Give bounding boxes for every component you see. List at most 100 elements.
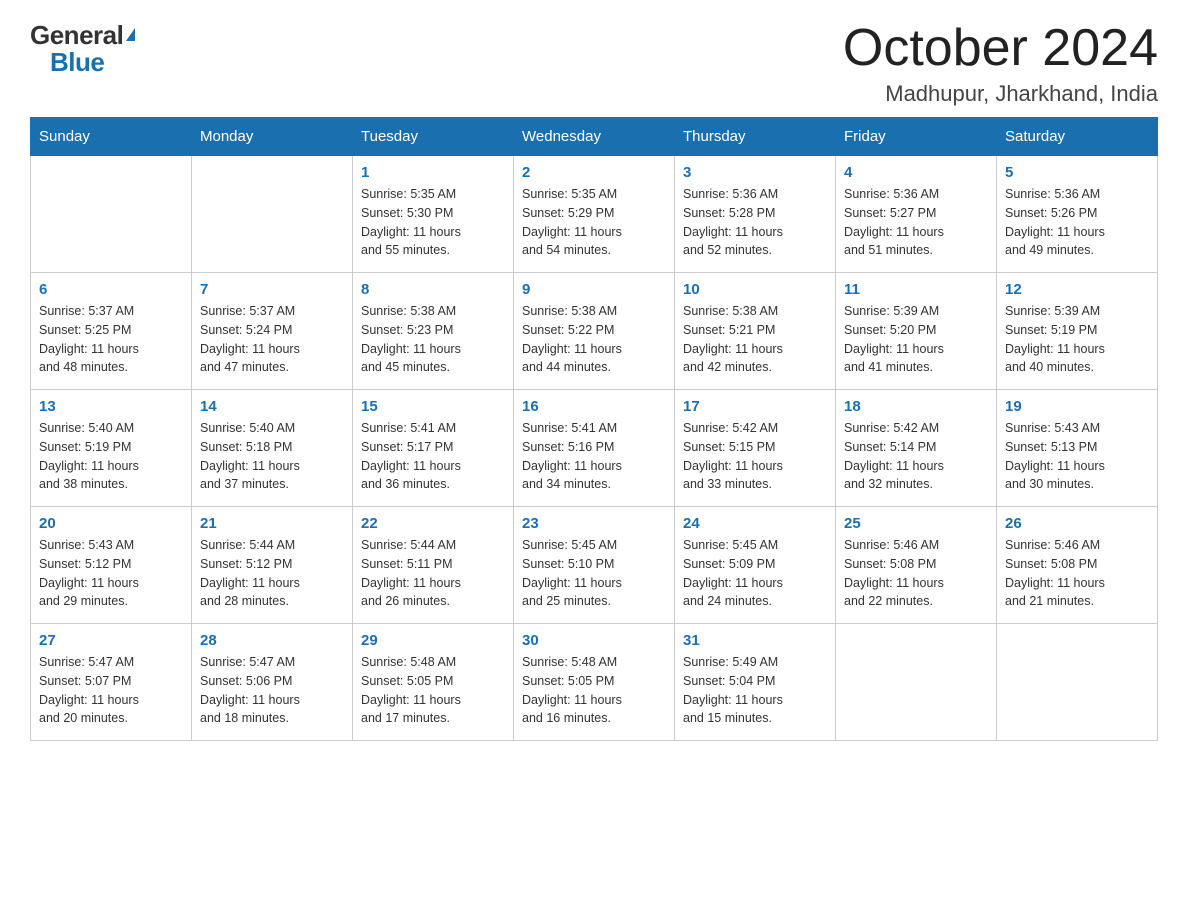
day-info: Sunrise: 5:45 AMSunset: 5:09 PMDaylight:… xyxy=(683,536,827,611)
day-info: Sunrise: 5:38 AMSunset: 5:23 PMDaylight:… xyxy=(361,302,505,377)
calendar-cell: 2 Sunrise: 5:35 AMSunset: 5:29 PMDaylight… xyxy=(514,156,675,273)
day-info: Sunrise: 5:42 AMSunset: 5:15 PMDaylight:… xyxy=(683,419,827,494)
day-info: Sunrise: 5:48 AMSunset: 5:05 PMDaylight:… xyxy=(522,653,666,728)
calendar-cell: 12 Sunrise: 5:39 AMSunset: 5:19 PMDayligh… xyxy=(997,273,1158,390)
weekday-header-thursday: Thursday xyxy=(675,118,836,156)
logo-blue-text: Blue xyxy=(50,47,104,78)
day-number: 3 xyxy=(683,164,827,181)
weekday-header-friday: Friday xyxy=(836,118,997,156)
calendar-week-row: 6 Sunrise: 5:37 AMSunset: 5:25 PMDaylight… xyxy=(31,273,1158,390)
day-info: Sunrise: 5:41 AMSunset: 5:16 PMDaylight:… xyxy=(522,419,666,494)
day-number: 14 xyxy=(200,398,344,415)
day-info: Sunrise: 5:40 AMSunset: 5:19 PMDaylight:… xyxy=(39,419,183,494)
day-info: Sunrise: 5:48 AMSunset: 5:05 PMDaylight:… xyxy=(361,653,505,728)
title-block: October 2024 Madhupur, Jharkhand, India xyxy=(843,20,1158,107)
day-info: Sunrise: 5:47 AMSunset: 5:06 PMDaylight:… xyxy=(200,653,344,728)
calendar-cell xyxy=(31,156,192,273)
day-number: 22 xyxy=(361,515,505,532)
calendar-cell xyxy=(836,624,997,741)
calendar-cell: 16Sunrise: 5:41 AMSunset: 5:16 PMDayligh… xyxy=(514,390,675,507)
logo-triangle-icon xyxy=(126,28,135,41)
calendar-cell: 29 Sunrise: 5:48 AMSunset: 5:05 PMDayligh… xyxy=(353,624,514,741)
day-number: 10 xyxy=(683,281,827,298)
day-number: 12 xyxy=(1005,281,1149,298)
day-number: 19 xyxy=(1005,398,1149,415)
calendar-cell: 15Sunrise: 5:41 AMSunset: 5:17 PMDayligh… xyxy=(353,390,514,507)
calendar-cell: 1Sunrise: 5:35 AMSunset: 5:30 PMDaylight… xyxy=(353,156,514,273)
month-title: October 2024 xyxy=(843,20,1158,77)
calendar-cell: 7Sunrise: 5:37 AMSunset: 5:24 PMDaylight… xyxy=(192,273,353,390)
calendar-cell xyxy=(997,624,1158,741)
calendar-cell xyxy=(192,156,353,273)
day-info: Sunrise: 5:38 AMSunset: 5:22 PMDaylight:… xyxy=(522,302,666,377)
day-number: 28 xyxy=(200,632,344,649)
day-number: 13 xyxy=(39,398,183,415)
day-number: 24 xyxy=(683,515,827,532)
calendar-cell: 17 Sunrise: 5:42 AMSunset: 5:15 PMDayligh… xyxy=(675,390,836,507)
day-number: 29 xyxy=(361,632,505,649)
day-info: Sunrise: 5:35 AMSunset: 5:29 PMDaylight:… xyxy=(522,185,666,260)
calendar-cell: 11Sunrise: 5:39 AMSunset: 5:20 PMDayligh… xyxy=(836,273,997,390)
location: Madhupur, Jharkhand, India xyxy=(843,81,1158,107)
calendar-cell: 18Sunrise: 5:42 AMSunset: 5:14 PMDayligh… xyxy=(836,390,997,507)
day-info: Sunrise: 5:36 AMSunset: 5:27 PMDaylight:… xyxy=(844,185,988,260)
calendar-cell: 30 Sunrise: 5:48 AMSunset: 5:05 PMDayligh… xyxy=(514,624,675,741)
day-info: Sunrise: 5:43 AMSunset: 5:13 PMDaylight:… xyxy=(1005,419,1149,494)
calendar-cell: 28 Sunrise: 5:47 AMSunset: 5:06 PMDayligh… xyxy=(192,624,353,741)
day-info: Sunrise: 5:35 AMSunset: 5:30 PMDaylight:… xyxy=(361,185,505,260)
weekday-header-wednesday: Wednesday xyxy=(514,118,675,156)
weekday-header-monday: Monday xyxy=(192,118,353,156)
calendar-cell: 21 Sunrise: 5:44 AMSunset: 5:12 PMDayligh… xyxy=(192,507,353,624)
calendar-cell: 5 Sunrise: 5:36 AMSunset: 5:26 PMDaylight… xyxy=(997,156,1158,273)
calendar-cell: 14 Sunrise: 5:40 AMSunset: 5:18 PMDayligh… xyxy=(192,390,353,507)
weekday-header-saturday: Saturday xyxy=(997,118,1158,156)
calendar-cell: 4 Sunrise: 5:36 AMSunset: 5:27 PMDaylight… xyxy=(836,156,997,273)
day-number: 5 xyxy=(1005,164,1149,181)
day-number: 4 xyxy=(844,164,988,181)
day-info: Sunrise: 5:39 AMSunset: 5:19 PMDaylight:… xyxy=(1005,302,1149,377)
calendar-cell: 31Sunrise: 5:49 AMSunset: 5:04 PMDayligh… xyxy=(675,624,836,741)
day-number: 25 xyxy=(844,515,988,532)
day-info: Sunrise: 5:36 AMSunset: 5:26 PMDaylight:… xyxy=(1005,185,1149,260)
day-number: 6 xyxy=(39,281,183,298)
calendar-cell: 3Sunrise: 5:36 AMSunset: 5:28 PMDaylight… xyxy=(675,156,836,273)
weekday-header-sunday: Sunday xyxy=(31,118,192,156)
day-info: Sunrise: 5:40 AMSunset: 5:18 PMDaylight:… xyxy=(200,419,344,494)
day-info: Sunrise: 5:37 AMSunset: 5:24 PMDaylight:… xyxy=(200,302,344,377)
calendar-cell: 25 Sunrise: 5:46 AMSunset: 5:08 PMDayligh… xyxy=(836,507,997,624)
day-number: 23 xyxy=(522,515,666,532)
day-info: Sunrise: 5:37 AMSunset: 5:25 PMDaylight:… xyxy=(39,302,183,377)
calendar-cell: 27Sunrise: 5:47 AMSunset: 5:07 PMDayligh… xyxy=(31,624,192,741)
day-info: Sunrise: 5:44 AMSunset: 5:12 PMDaylight:… xyxy=(200,536,344,611)
day-info: Sunrise: 5:49 AMSunset: 5:04 PMDaylight:… xyxy=(683,653,827,728)
day-number: 9 xyxy=(522,281,666,298)
day-info: Sunrise: 5:38 AMSunset: 5:21 PMDaylight:… xyxy=(683,302,827,377)
day-number: 21 xyxy=(200,515,344,532)
day-info: Sunrise: 5:46 AMSunset: 5:08 PMDaylight:… xyxy=(844,536,988,611)
day-number: 2 xyxy=(522,164,666,181)
calendar-cell: 23 Sunrise: 5:45 AMSunset: 5:10 PMDayligh… xyxy=(514,507,675,624)
calendar-body: 1Sunrise: 5:35 AMSunset: 5:30 PMDaylight… xyxy=(31,156,1158,741)
day-info: Sunrise: 5:47 AMSunset: 5:07 PMDaylight:… xyxy=(39,653,183,728)
day-number: 15 xyxy=(361,398,505,415)
calendar-cell: 6 Sunrise: 5:37 AMSunset: 5:25 PMDaylight… xyxy=(31,273,192,390)
day-number: 17 xyxy=(683,398,827,415)
day-info: Sunrise: 5:43 AMSunset: 5:12 PMDaylight:… xyxy=(39,536,183,611)
day-info: Sunrise: 5:42 AMSunset: 5:14 PMDaylight:… xyxy=(844,419,988,494)
day-number: 30 xyxy=(522,632,666,649)
weekday-header-tuesday: Tuesday xyxy=(353,118,514,156)
logo: General Blue xyxy=(30,20,135,78)
weekday-header-row: SundayMondayTuesdayWednesdayThursdayFrid… xyxy=(31,118,1158,156)
day-info: Sunrise: 5:44 AMSunset: 5:11 PMDaylight:… xyxy=(361,536,505,611)
calendar-cell: 22 Sunrise: 5:44 AMSunset: 5:11 PMDayligh… xyxy=(353,507,514,624)
calendar-cell: 8Sunrise: 5:38 AMSunset: 5:23 PMDaylight… xyxy=(353,273,514,390)
day-number: 26 xyxy=(1005,515,1149,532)
calendar-cell: 13 Sunrise: 5:40 AMSunset: 5:19 PMDayligh… xyxy=(31,390,192,507)
calendar-week-row: 1Sunrise: 5:35 AMSunset: 5:30 PMDaylight… xyxy=(31,156,1158,273)
day-info: Sunrise: 5:39 AMSunset: 5:20 PMDaylight:… xyxy=(844,302,988,377)
calendar-cell: 19 Sunrise: 5:43 AMSunset: 5:13 PMDayligh… xyxy=(997,390,1158,507)
calendar-header: SundayMondayTuesdayWednesdayThursdayFrid… xyxy=(31,118,1158,156)
calendar-table: SundayMondayTuesdayWednesdayThursdayFrid… xyxy=(30,117,1158,741)
day-info: Sunrise: 5:45 AMSunset: 5:10 PMDaylight:… xyxy=(522,536,666,611)
calendar-cell: 10 Sunrise: 5:38 AMSunset: 5:21 PMDayligh… xyxy=(675,273,836,390)
